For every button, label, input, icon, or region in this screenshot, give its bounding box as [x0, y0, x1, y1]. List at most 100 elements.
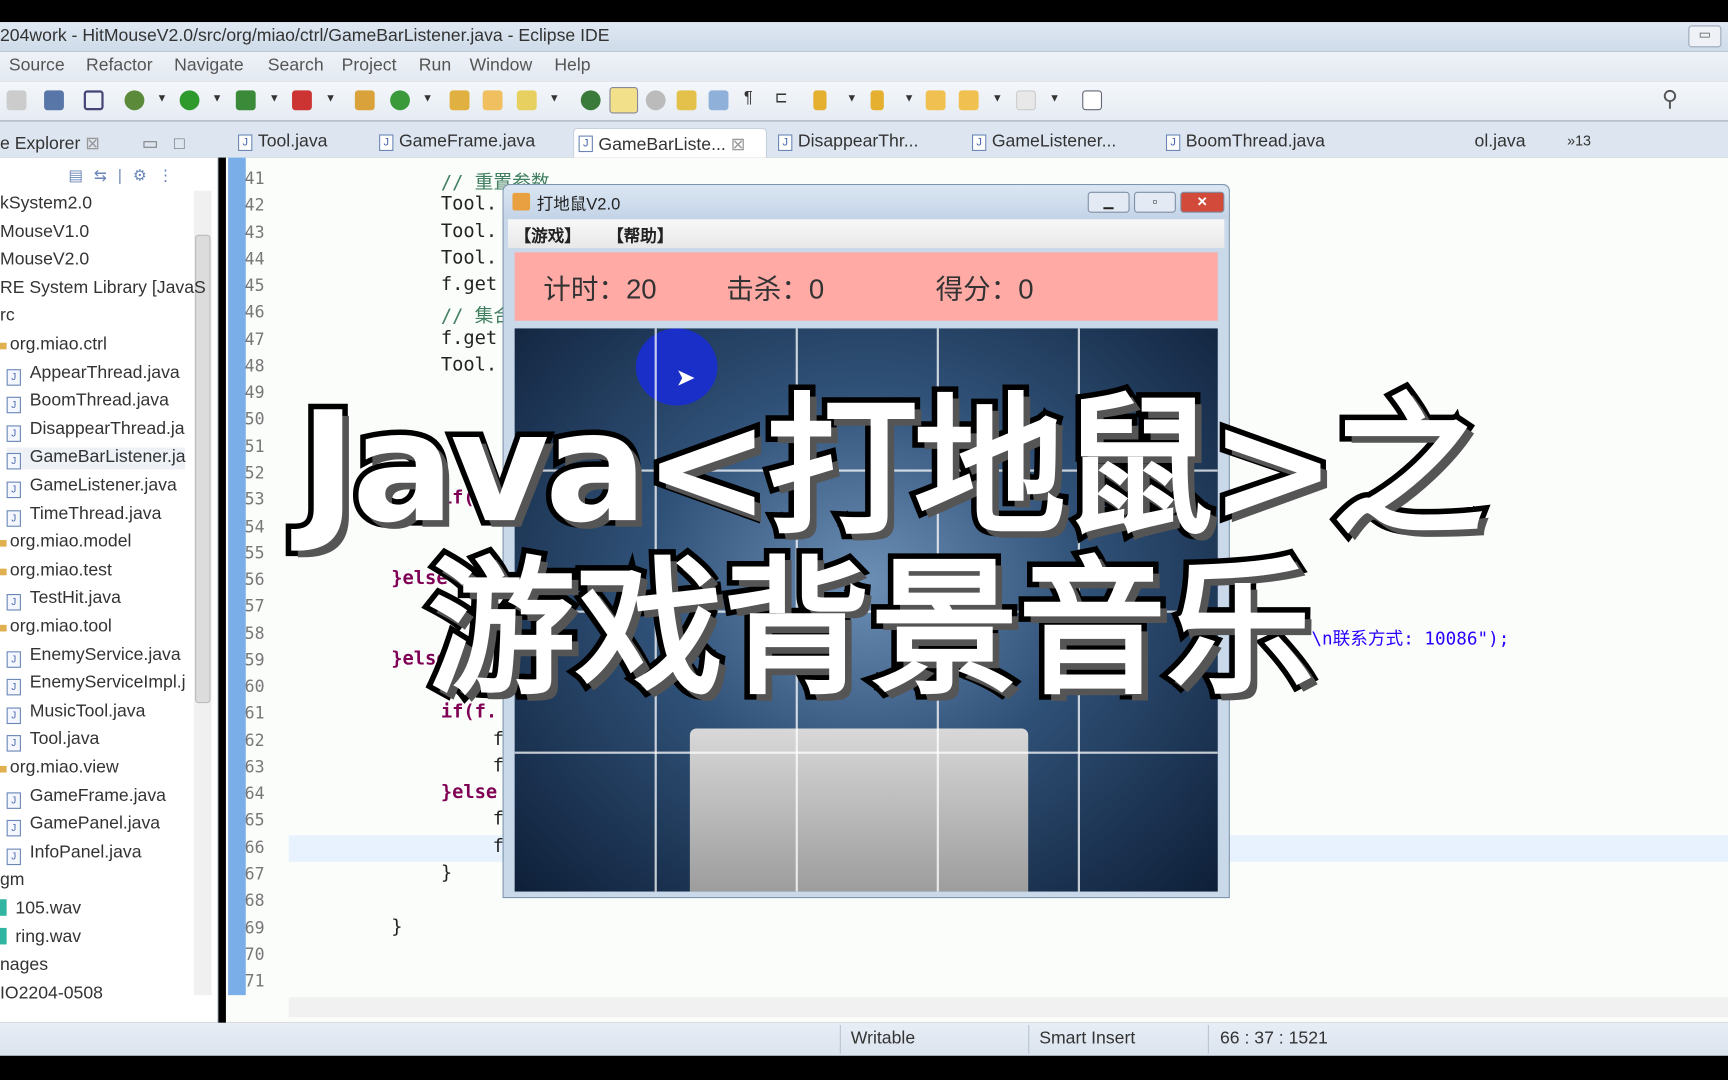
- status-bar: Writable Smart Insert 66 : 37 : 1521: [0, 1022, 1728, 1056]
- editor-horizontal-scrollbar[interactable]: [288, 997, 1728, 1018]
- tree-item[interactable]: org.miao.model: [0, 532, 131, 552]
- close-icon[interactable]: ⊠: [85, 134, 100, 153]
- tab-gameframe-java[interactable]: J GameFrame.java: [375, 128, 535, 158]
- menu-project[interactable]: Project: [342, 56, 397, 76]
- close-icon[interactable]: ⊠: [731, 136, 746, 155]
- menu-navigate[interactable]: Navigate: [174, 56, 244, 76]
- tree-item[interactable]: J AppearThread.java: [6, 363, 180, 386]
- block-selection-icon[interactable]: [645, 90, 666, 111]
- package-explorer: ▤⇆|⚙⋮ kSystem2.0 MouseV1.0 MouseV2.0 RE Sys…: [0, 157, 219, 1023]
- run-icon[interactable]: [179, 90, 200, 111]
- menu-bar: Source Refactor Navigate Search Project …: [0, 51, 1728, 82]
- tree-item[interactable]: org.miao.tool: [0, 617, 112, 637]
- show-whitespace-icon[interactable]: [708, 90, 729, 111]
- tree-item[interactable]: J BoomThread.java: [6, 391, 169, 414]
- audio-file-icon: [0, 927, 7, 945]
- new-task-icon[interactable]: [1082, 90, 1103, 111]
- line-number: 53: [244, 489, 265, 510]
- game-maximize-button[interactable]: ▫: [1133, 191, 1176, 213]
- open-folder-icon[interactable]: [482, 90, 503, 111]
- tab-tool-java[interactable]: J Tool.java: [234, 128, 327, 158]
- game-menu-help[interactable]: 【帮助】: [607, 224, 673, 247]
- last-edit-icon[interactable]: [925, 90, 946, 111]
- tree-item[interactable]: ring.wav: [0, 927, 81, 947]
- next-annotation-icon[interactable]: [813, 90, 827, 111]
- outline-icon[interactable]: ⊏: [775, 88, 788, 107]
- menu-help[interactable]: Help: [554, 56, 590, 76]
- tree-item[interactable]: J DisappearThread.ja: [6, 420, 185, 442]
- tree-item[interactable]: J EnemyService.java: [6, 645, 181, 668]
- explorer-toolbar[interactable]: ▤⇆|⚙⋮: [68, 166, 184, 185]
- tree-item[interactable]: nages: [0, 956, 48, 976]
- tree-item[interactable]: J EnemyServiceImpl.j: [6, 674, 186, 696]
- tree-item[interactable]: org.miao.test: [0, 561, 112, 581]
- java-file-icon: J: [6, 368, 21, 386]
- back-icon[interactable]: [958, 90, 979, 111]
- line-number: 66: [244, 837, 265, 858]
- tree-item[interactable]: MouseV1.0: [0, 222, 89, 242]
- java-file-icon: J: [6, 791, 21, 809]
- search-icon[interactable]: ⚲: [1662, 85, 1678, 113]
- code-line: // 集合: [440, 305, 513, 328]
- pilcrow-icon[interactable]: ¶: [744, 88, 753, 107]
- tree-item[interactable]: kSystem2.0: [0, 194, 92, 214]
- tab-package-explorer[interactable]: e Explorer ⊠ ▭ □: [0, 128, 185, 158]
- coverage-icon[interactable]: [235, 90, 256, 111]
- minimize-view-icon[interactable]: ▭: [142, 134, 159, 153]
- tree-item[interactable]: org.miao.ctrl: [0, 335, 107, 355]
- tree-item[interactable]: J GameFrame.java: [6, 786, 166, 809]
- tree-item[interactable]: J Tool.java: [6, 730, 99, 753]
- game-close-button[interactable]: ✕: [1180, 191, 1225, 213]
- menu-run[interactable]: Run: [419, 56, 451, 76]
- open-type-icon[interactable]: [449, 90, 470, 111]
- debug-icon[interactable]: [124, 90, 145, 111]
- tree-item[interactable]: MouseV2.0: [0, 250, 89, 270]
- tree-item[interactable]: RE System Library [JavaS: [0, 279, 206, 299]
- menu-window[interactable]: Window: [469, 56, 532, 76]
- tab-gamebarlistener-java[interactable]: J GameBarListe... ⊠: [573, 127, 768, 158]
- line-number: 68: [244, 890, 265, 911]
- new-class-icon[interactable]: [390, 90, 410, 111]
- external-tools-icon[interactable]: [292, 90, 312, 111]
- tab-gamelistener-java[interactable]: J GameListener...: [968, 128, 1116, 158]
- java-file-icon: J: [6, 650, 21, 668]
- tabs-overflow-button[interactable]: »13: [1543, 128, 1591, 158]
- prev-annotation-icon[interactable]: [870, 90, 884, 111]
- tree-item[interactable]: org.miao.view: [0, 758, 119, 778]
- line-number: 59: [244, 650, 265, 670]
- tree-item[interactable]: rc: [0, 307, 15, 327]
- line-number: 49: [244, 382, 265, 403]
- menu-source[interactable]: Source: [9, 56, 65, 76]
- annotation-icon[interactable]: [676, 90, 697, 111]
- tree-item[interactable]: J InfoPanel.java: [6, 843, 142, 865]
- explorer-scroll-thumb[interactable]: [195, 234, 211, 704]
- menu-refactor[interactable]: Refactor: [86, 56, 153, 76]
- minimize-button[interactable]: ▭: [1688, 25, 1722, 48]
- save-icon[interactable]: [6, 90, 27, 111]
- tree-item[interactable]: gm: [0, 871, 25, 891]
- pin-icon[interactable]: [580, 90, 601, 111]
- search-tool-icon[interactable]: [516, 90, 537, 111]
- menu-search[interactable]: Search: [268, 56, 324, 76]
- tab-tool-java-2[interactable]: ol.java: [1450, 128, 1526, 158]
- new-package-icon[interactable]: [354, 90, 375, 111]
- tree-item[interactable]: J GameBarListener.ja: [6, 447, 186, 470]
- window-title: 204work - HitMouseV2.0/src/org/miao/ctrl…: [0, 26, 610, 46]
- tree-item[interactable]: IO2204-0508: [0, 984, 103, 1004]
- forward-icon[interactable]: [1016, 90, 1036, 111]
- game-menu-game[interactable]: 【游戏】: [515, 224, 581, 247]
- tree-item[interactable]: J TimeThread.java: [6, 504, 161, 527]
- game-minimize-button[interactable]: ▁: [1087, 191, 1130, 213]
- tree-item[interactable]: J MusicTool.java: [6, 702, 145, 724]
- console-icon[interactable]: [44, 90, 64, 111]
- tab-disappearthread-java[interactable]: J DisappearThr...: [774, 128, 918, 158]
- maximize-view-icon[interactable]: □: [174, 134, 185, 153]
- tab-boomthread-java[interactable]: J BoomThread.java: [1162, 128, 1325, 158]
- tree-item[interactable]: J TestHit.java: [6, 589, 121, 611]
- tree-item[interactable]: J GameListener.java: [6, 476, 177, 499]
- tree-item[interactable]: J GamePanel.java: [6, 815, 160, 837]
- tree-item[interactable]: 105.wav: [0, 899, 81, 919]
- skip-breakpoints-icon[interactable]: [83, 90, 104, 111]
- java-file-icon: J: [6, 594, 21, 611]
- mark-occurrences-icon[interactable]: [609, 87, 639, 114]
